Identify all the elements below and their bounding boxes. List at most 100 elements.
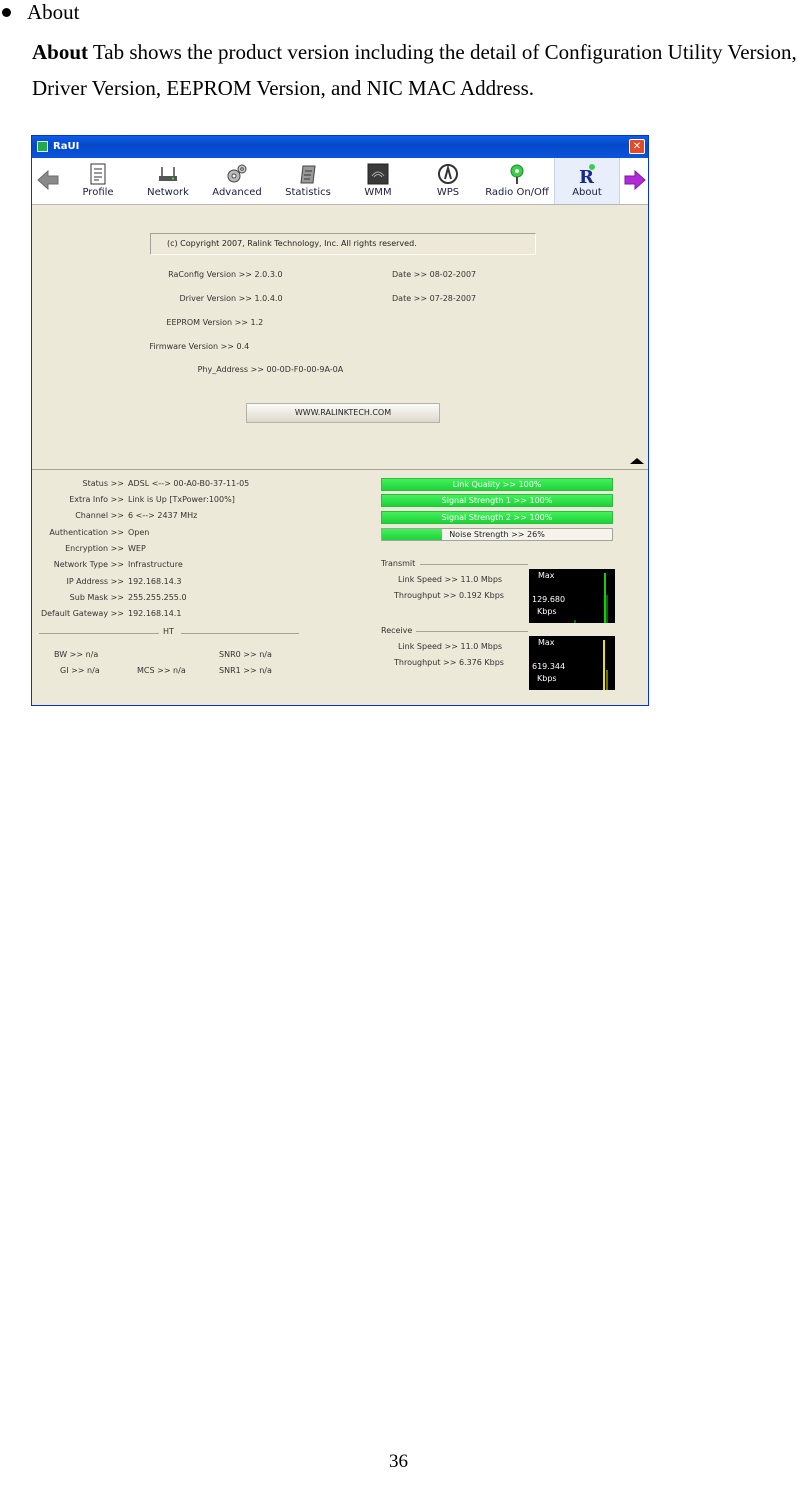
driver-version: Driver Version >> 1.0.4.0 bbox=[112, 294, 282, 303]
status-row: IP Address >> 192.168.14.3 bbox=[32, 576, 377, 587]
status-value: ADSL <--> 00-A0-B0-37-11-05 bbox=[128, 479, 250, 488]
website-button[interactable]: WWW.RALINKTECH.COM bbox=[246, 403, 440, 423]
toolbar-statistics[interactable]: Statistics bbox=[280, 158, 336, 204]
firmware-label: Firmware Version >> bbox=[149, 342, 234, 351]
raconfig-label: RaConfig Version >> bbox=[168, 270, 252, 279]
status-row: Status >> ADSL <--> 00-A0-B0-37-11-05 bbox=[32, 478, 377, 489]
toolbar-label: WPS bbox=[436, 187, 460, 198]
back-arrow-icon[interactable] bbox=[36, 169, 60, 191]
raconfig-date: Date >> 08-02-2007 bbox=[392, 270, 476, 279]
ht-title: HT bbox=[163, 627, 174, 636]
toolbar-about[interactable]: R About bbox=[554, 158, 620, 204]
toolbar-label: Advanced bbox=[212, 187, 262, 198]
status-row: Network Type >> Infrastructure bbox=[32, 559, 377, 570]
rx-throughput: Throughput >> 6.376 Kbps bbox=[394, 658, 504, 667]
status-value: 255.255.255.0 bbox=[128, 593, 187, 602]
firmware-value: 0.4 bbox=[236, 342, 250, 351]
about-icon: R bbox=[579, 164, 595, 185]
toolbar-radio[interactable]: Radio On/Off bbox=[480, 158, 554, 204]
receive-divider bbox=[416, 631, 528, 632]
driver-date: Date >> 07-28-2007 bbox=[392, 294, 476, 303]
tx-link-speed: Link Speed >> 11.0 Mbps bbox=[398, 575, 503, 584]
receive-graph: Max 619.344 Kbps bbox=[529, 636, 615, 690]
status-value: Link is Up [TxPower:100%] bbox=[128, 495, 235, 504]
radio-icon bbox=[510, 164, 524, 184]
ht-mcs: MCS >> n/a bbox=[137, 666, 186, 675]
bullet-dot bbox=[2, 8, 11, 17]
ht-divider-left bbox=[39, 633, 159, 634]
ht-gi: GI >> n/a bbox=[60, 666, 100, 675]
status-key: Status >> bbox=[82, 479, 124, 488]
tx-graph-unit: Kbps bbox=[537, 607, 557, 616]
status-value: Infrastructure bbox=[128, 560, 183, 569]
toolbar-advanced[interactable]: Advanced bbox=[208, 158, 266, 204]
status-panel: Status >> ADSL <--> 00-A0-B0-37-11-05 Ext… bbox=[32, 469, 648, 705]
ht-bw: BW >> n/a bbox=[54, 650, 99, 659]
firmware-version: Firmware Version >> 0.4 bbox=[112, 342, 249, 351]
rx-graph-max: Max bbox=[538, 638, 555, 647]
toolbar-label: Profile bbox=[82, 187, 114, 198]
status-key: Encryption >> bbox=[65, 544, 124, 553]
close-button[interactable]: ✕ bbox=[629, 139, 645, 154]
noise-fill bbox=[382, 529, 442, 540]
ht-snr1: SNR1 >> n/a bbox=[219, 666, 272, 675]
eeprom-label: EEPROM Version >> bbox=[166, 318, 248, 327]
description-paragraph: About Tab shows the product version incl… bbox=[32, 34, 797, 106]
status-key: IP Address >> bbox=[66, 577, 124, 586]
bullet-text: About bbox=[27, 0, 80, 24]
network-icon bbox=[159, 167, 177, 181]
ht-snr0: SNR0 >> n/a bbox=[219, 650, 272, 659]
phy-label: Phy_Address >> bbox=[197, 365, 264, 374]
window-title: RaUI bbox=[53, 141, 80, 152]
tx-throughput: Throughput >> 0.192 Kbps bbox=[394, 591, 504, 600]
rx-link-speed: Link Speed >> 11.0 Mbps bbox=[398, 642, 503, 651]
ht-divider-right bbox=[181, 633, 299, 634]
status-row: Sub Mask >> 255.255.255.0 bbox=[32, 592, 377, 603]
status-value: 192.168.14.1 bbox=[128, 609, 182, 618]
link-quality-bar: Link Quality >> 100% bbox=[381, 478, 613, 491]
statistics-icon bbox=[300, 165, 316, 184]
status-value: WEP bbox=[128, 544, 146, 553]
status-row: Authentication >> Open bbox=[32, 527, 377, 538]
tx-graph-max: Max bbox=[538, 571, 555, 580]
collapse-arrow-icon[interactable] bbox=[630, 458, 644, 464]
toolbar-label: WMM bbox=[364, 187, 392, 198]
toolbar-wmm[interactable]: WMM bbox=[354, 158, 402, 204]
toolbar-network[interactable]: Network bbox=[142, 158, 194, 204]
status-key: Channel >> bbox=[75, 511, 124, 520]
toolbar-label: Radio On/Off bbox=[485, 187, 549, 198]
date-value: 08-02-2007 bbox=[429, 270, 477, 279]
bullet-item: About bbox=[0, 0, 80, 24]
toolbar-wps[interactable]: WPS bbox=[426, 158, 470, 204]
phy-value: 00-0D-F0-00-9A-0A bbox=[266, 365, 344, 374]
signal-strength-2-bar: Signal Strength 2 >> 100% bbox=[381, 511, 613, 524]
eeprom-value: 1.2 bbox=[250, 318, 264, 327]
toolbar: Profile Network Advanced Statistics WMM … bbox=[32, 158, 648, 205]
receive-title: Receive bbox=[381, 626, 413, 635]
status-key: Network Type >> bbox=[53, 560, 124, 569]
rx-graph-unit: Kbps bbox=[537, 674, 557, 683]
status-row: Encryption >> WEP bbox=[32, 543, 377, 554]
rx-graph-value: 619.344 bbox=[532, 662, 566, 671]
raconfig-value: 2.0.3.0 bbox=[254, 270, 283, 279]
status-row: Default Gateway >> 192.168.14.1 bbox=[32, 608, 377, 619]
noise-strength-bar: Noise Strength >> 26% bbox=[381, 528, 613, 541]
title-bar[interactable]: RaUI ✕ bbox=[32, 136, 648, 158]
eeprom-version: EEPROM Version >> 1.2 bbox=[112, 318, 263, 327]
toolbar-label: Statistics bbox=[285, 187, 331, 198]
date-label: Date >> bbox=[392, 294, 428, 303]
para-bold: About bbox=[32, 40, 89, 64]
status-row: Channel >> 6 <--> 2437 MHz bbox=[32, 510, 377, 521]
status-key: Extra Info >> bbox=[69, 495, 124, 504]
toolbar-profile[interactable]: Profile bbox=[76, 158, 120, 204]
forward-arrow-icon[interactable] bbox=[623, 169, 647, 191]
status-value: 192.168.14.3 bbox=[128, 577, 182, 586]
status-value: Open bbox=[128, 528, 150, 537]
profile-icon bbox=[90, 163, 106, 185]
wmm-icon bbox=[367, 163, 389, 185]
status-key: Authentication >> bbox=[49, 528, 124, 537]
transmit-title: Transmit bbox=[381, 559, 416, 568]
app-icon bbox=[37, 141, 48, 152]
toolbar-label: About bbox=[572, 187, 602, 198]
transmit-divider bbox=[420, 564, 528, 565]
